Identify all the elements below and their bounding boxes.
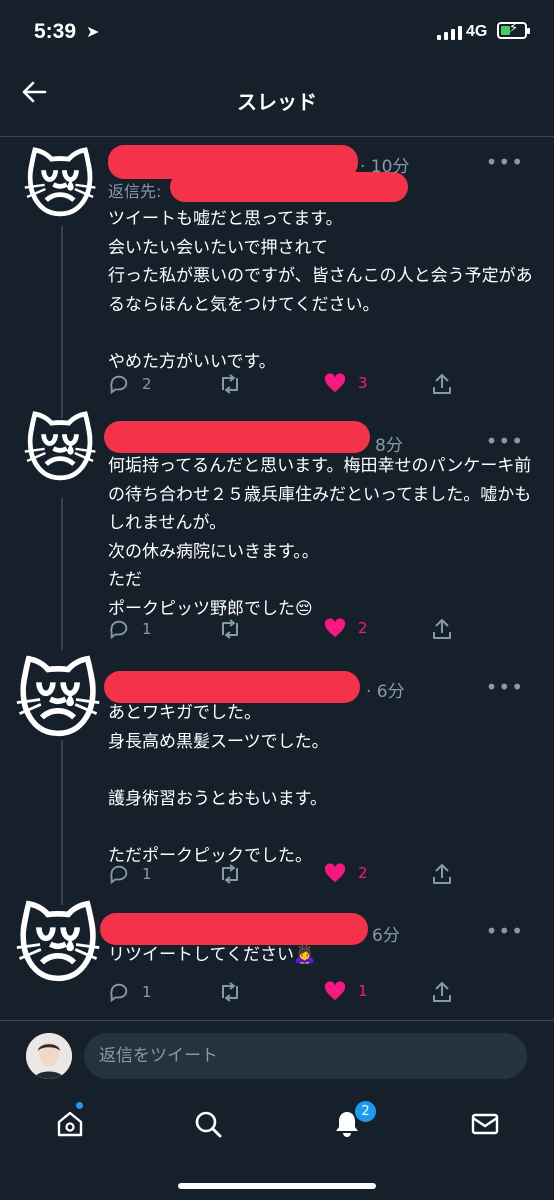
reply-button[interactable]: 1 (108, 981, 152, 1003)
reply-count: 1 (142, 983, 152, 1001)
like-button[interactable]: 1 (324, 981, 368, 1001)
tab-home[interactable] (50, 1104, 90, 1144)
heart-filled-icon (324, 373, 346, 393)
like-count: 1 (358, 982, 368, 1000)
retweet-icon (222, 864, 238, 884)
share-button[interactable] (432, 618, 452, 640)
tweet[interactable]: 😿 8分 ••• 何垢持ってるんだと思います。梅田幸せのパンケーキ前の待ち合わせ… (0, 405, 554, 655)
tweet-timestamp: · 10分 (360, 157, 410, 177)
reply-icon (110, 620, 128, 640)
like-count: 3 (358, 374, 368, 392)
tweet-actions: 1 2 (108, 618, 458, 642)
retweet-icon (222, 982, 238, 1002)
user-avatar[interactable] (26, 1033, 72, 1079)
like-button[interactable]: 3 (324, 373, 368, 393)
retweet-button[interactable] (218, 981, 254, 1003)
tweet-text: リツイートしてください🙇‍♀️ (108, 945, 316, 965)
more-options-icon[interactable]: ••• (486, 675, 524, 699)
crying-cat-face-icon[interactable]: 😿 (12, 655, 104, 747)
reply-icon (110, 375, 128, 395)
like-button[interactable]: 2 (324, 863, 368, 883)
reply-icon (110, 983, 128, 1003)
redacted-username (104, 421, 370, 453)
share-button[interactable] (432, 373, 452, 395)
retweet-button[interactable] (218, 373, 254, 395)
reply-to-label: 返信先: (108, 182, 162, 201)
tweet-text: 何垢持ってるんだと思います。梅田幸せのパンケーキ前の待ち合わせ２５歳兵庫住みだと… (108, 456, 532, 619)
retweet-button[interactable] (218, 863, 254, 885)
more-options-icon[interactable]: ••• (486, 429, 524, 453)
tweet[interactable]: 😿 · 6分 ••• あとワキガでした。 身長高め黒髪スーツでした。 護身術習お… (0, 655, 554, 895)
reply-icon (110, 865, 128, 885)
tweet[interactable]: 😿 · 10分 ••• 返信先: ツイートも嘘だと思ってます。 会いたい会いたい… (0, 140, 554, 405)
tweet-text: あとワキガでした。 身長高め黒髪スーツでした。 護身術習おうとおもいます。 ただ… (108, 703, 329, 866)
reply-button[interactable]: 1 (108, 863, 152, 885)
reply-count: 1 (142, 865, 152, 883)
new-content-indicator (76, 1102, 83, 1109)
page-title: スレッド (237, 90, 317, 114)
heart-filled-icon (324, 618, 346, 638)
share-icon (433, 864, 451, 884)
location-arrow-icon: ➤ (86, 22, 100, 41)
battery-charging-icon: ⚡ (497, 21, 530, 39)
tweet[interactable]: 😿 6分 ••• リツイートしてください🙇‍♀️ 1 1 (0, 895, 554, 1020)
crying-cat-face-icon[interactable]: 😿 (12, 900, 104, 992)
share-icon (433, 619, 451, 639)
heart-filled-icon (324, 981, 346, 1001)
like-count: 2 (358, 619, 368, 637)
tab-messages[interactable] (465, 1104, 505, 1144)
tweet-actions: 1 1 (108, 981, 458, 1005)
tweet-actions: 1 2 (108, 863, 458, 887)
reply-composer: 返信をツイート (0, 1020, 554, 1091)
more-options-icon[interactable]: ••• (486, 919, 524, 943)
home-indicator (178, 1183, 376, 1189)
share-button[interactable] (432, 863, 452, 885)
reply-tweet-input[interactable]: 返信をツイート (84, 1033, 527, 1079)
like-count: 2 (358, 864, 368, 882)
share-button[interactable] (432, 981, 452, 1003)
tweet-text: ツイートも嘘だと思ってます。 会いたい会いたいで押されて 行った私が悪いのですが… (108, 209, 533, 372)
status-time: 5:39 (34, 20, 77, 43)
reply-count: 1 (142, 620, 152, 638)
retweet-icon (222, 374, 238, 394)
tab-search[interactable] (188, 1104, 228, 1144)
heart-filled-icon (324, 863, 346, 883)
retweet-button[interactable] (218, 618, 254, 640)
reply-count: 2 (142, 375, 152, 393)
search-icon (195, 1111, 222, 1138)
notification-badge: 2 (354, 1100, 377, 1123)
more-options-icon[interactable]: ••• (486, 150, 524, 174)
cellular-signal-icon (437, 26, 462, 40)
crying-cat-face-icon[interactable]: 😿 (20, 410, 100, 490)
crying-cat-face-icon[interactable]: 😿 (20, 146, 100, 226)
home-icon (57, 1111, 83, 1137)
reply-button[interactable]: 1 (108, 618, 152, 640)
network-type: 4G (466, 23, 488, 40)
envelope-icon (471, 1113, 499, 1135)
reply-button[interactable]: 2 (108, 373, 152, 395)
share-icon (433, 374, 451, 394)
share-icon (433, 982, 451, 1002)
status-bar: 5:39 ➤ 4G ⚡ (0, 0, 554, 64)
like-button[interactable]: 2 (324, 618, 368, 638)
retweet-icon (222, 619, 238, 639)
top-navigation-bar: スレッド (0, 64, 554, 137)
tweet-actions: 2 3 (108, 373, 458, 397)
